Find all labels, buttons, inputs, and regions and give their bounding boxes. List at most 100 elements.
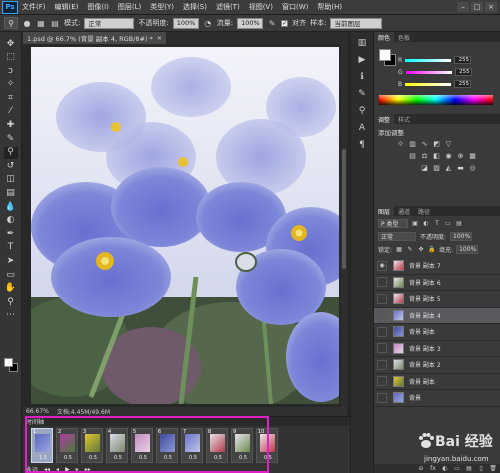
layer-name[interactable]: 背景 副本 6	[409, 278, 441, 287]
layer-opacity-input[interactable]: 100%	[450, 232, 473, 241]
lock-all-icon[interactable]: 🔒	[428, 246, 436, 254]
frame-delay[interactable]: 0.5	[134, 455, 152, 461]
exposure-icon[interactable]: ◩	[432, 139, 441, 148]
eye-icon[interactable]	[377, 310, 387, 321]
history-brush-tool-icon[interactable]: ↺	[4, 160, 18, 172]
lock-image-icon[interactable]: ✎	[406, 246, 414, 254]
vibrance-icon[interactable]: ▽	[444, 139, 453, 148]
threshold-icon[interactable]: ◭	[444, 163, 453, 172]
paragraph-panel-icon[interactable]: ¶	[355, 138, 369, 151]
layer-name[interactable]: 背景 副本 7	[409, 261, 441, 270]
healing-brush-tool-icon[interactable]: ✚	[4, 120, 18, 132]
frame-delay[interactable]: 0.5	[59, 455, 77, 461]
layer-row[interactable]: 背景 副本	[374, 324, 500, 341]
eye-icon[interactable]	[377, 392, 387, 403]
layer-name[interactable]: 背景 副本	[409, 377, 435, 386]
flow-input[interactable]: 100%	[237, 17, 264, 29]
shape-tool-icon[interactable]: ▭	[4, 269, 18, 281]
menu-filter[interactable]: 滤镜(T)	[216, 2, 240, 12]
eye-icon[interactable]	[377, 359, 387, 370]
smart-object-filter-icon[interactable]: ▤	[455, 220, 463, 228]
menu-window[interactable]: 窗口(W)	[282, 2, 308, 12]
foreground-color-swatch[interactable]	[4, 358, 13, 367]
posterize-icon[interactable]: ▨	[432, 163, 441, 172]
character-panel-icon[interactable]: A	[355, 121, 369, 134]
red-value-input[interactable]: 255	[454, 56, 472, 64]
move-tool-icon[interactable]: ✥	[4, 38, 18, 50]
align-checkbox[interactable]: ✓	[281, 19, 289, 27]
tab-color[interactable]: 颜色	[374, 32, 395, 42]
menu-view[interactable]: 视图(V)	[249, 2, 273, 12]
blue-value-input[interactable]: 255	[454, 80, 472, 88]
menu-select[interactable]: 选择(S)	[183, 2, 207, 12]
canvas-area[interactable]	[23, 44, 347, 407]
animation-frame[interactable]: 4 0.5	[106, 428, 128, 463]
menu-image[interactable]: 图像(I)	[87, 2, 109, 12]
layer-name[interactable]: 背景 副本 2	[409, 360, 441, 369]
next-frame-button[interactable]: ▸	[76, 466, 79, 473]
history-panel-icon[interactable]: ▥	[355, 36, 369, 49]
menu-type[interactable]: 类型(Y)	[150, 2, 174, 12]
brush-panel-icon[interactable]: ✎	[355, 87, 369, 100]
play-button[interactable]: ▶	[65, 466, 70, 473]
tween-button[interactable]: ▸▸	[85, 466, 91, 473]
tab-adjustments[interactable]: 调整	[374, 114, 395, 124]
vertical-scrollbar[interactable]	[341, 44, 347, 407]
animation-frame[interactable]: 7 0.5	[181, 428, 203, 463]
layer-name[interactable]: 背景 副本	[409, 327, 435, 336]
red-slider[interactable]	[405, 58, 452, 62]
clone-source-icon[interactable]: ▤	[50, 18, 60, 28]
eye-icon[interactable]	[377, 326, 387, 337]
marquee-tool-icon[interactable]: ⬚	[4, 52, 18, 64]
layer-row[interactable]: 背景	[374, 390, 500, 407]
mode-select[interactable]: 正常	[84, 17, 135, 29]
crop-tool-icon[interactable]: ⌗	[4, 92, 18, 104]
layer-row-selected[interactable]: 背景 副本 4	[374, 307, 500, 324]
clone-source-panel-icon[interactable]: ⚲	[355, 104, 369, 117]
photo-filter-icon[interactable]: ◉	[444, 151, 453, 160]
maximize-button[interactable]: □	[471, 2, 483, 12]
actions-panel-icon[interactable]: ▶	[355, 53, 369, 66]
minimize-button[interactable]: –	[457, 2, 469, 12]
quick-select-tool-icon[interactable]: ✧	[4, 79, 18, 91]
frame-delay[interactable]: 0.5	[259, 455, 277, 461]
sample-select[interactable]: 当前图层	[330, 17, 383, 29]
close-button[interactable]: ×	[485, 2, 497, 12]
layer-name[interactable]: 背景 副本 3	[409, 344, 441, 353]
loop-select[interactable]: 永远	[26, 465, 38, 473]
blend-mode-select[interactable]: 正常	[378, 232, 416, 241]
black-white-icon[interactable]: ◧	[432, 151, 441, 160]
frame-delay[interactable]: 0.5	[184, 455, 202, 461]
brush-size-icon[interactable]: ●	[22, 18, 32, 28]
pressure-opacity-icon[interactable]: ◔	[203, 18, 213, 28]
first-frame-button[interactable]: ◂◂	[44, 466, 50, 473]
brush-tool-icon[interactable]: ✎	[4, 133, 18, 145]
invert-icon[interactable]: ◪	[420, 163, 429, 172]
selective-color-icon[interactable]: ◎	[468, 163, 477, 172]
frame-delay[interactable]: 0.5	[159, 455, 177, 461]
tab-styles[interactable]: 样式	[394, 114, 414, 124]
color-spectrum-ramp[interactable]	[379, 95, 493, 105]
animation-frame[interactable]: 10 0.5	[256, 428, 278, 463]
shape-filter-icon[interactable]: ▭	[444, 220, 452, 228]
gradient-tool-icon[interactable]: ▤	[4, 188, 18, 200]
hue-saturation-icon[interactable]: ▤	[408, 151, 417, 160]
scrollbar-thumb[interactable]	[342, 149, 346, 269]
brush-panel-icon[interactable]: ▦	[36, 18, 46, 28]
menu-layer[interactable]: 图层(L)	[118, 2, 141, 12]
airbrush-icon[interactable]: ✎	[267, 18, 277, 28]
brightness-icon[interactable]: ☼	[396, 139, 405, 148]
type-filter-icon[interactable]: T	[433, 220, 441, 228]
animation-frame[interactable]: 8 0.5	[206, 428, 228, 463]
layer-row[interactable]: 背景 副本 6	[374, 275, 500, 291]
blue-slider[interactable]	[405, 82, 452, 86]
document-tab[interactable]: 1.psd @ 66.7% (背景 副本 4, RGB/8#) * ×	[23, 32, 167, 44]
eye-icon[interactable]	[377, 376, 387, 387]
layer-name[interactable]: 背景 副本 4	[409, 311, 441, 320]
green-slider[interactable]	[405, 70, 452, 74]
opacity-input[interactable]: 100%	[172, 17, 199, 29]
close-tab-icon[interactable]: ×	[157, 34, 162, 42]
canvas-image[interactable]	[31, 47, 339, 404]
menu-edit[interactable]: 编辑(E)	[55, 2, 79, 12]
previous-frame-button[interactable]: ◂	[56, 466, 59, 473]
